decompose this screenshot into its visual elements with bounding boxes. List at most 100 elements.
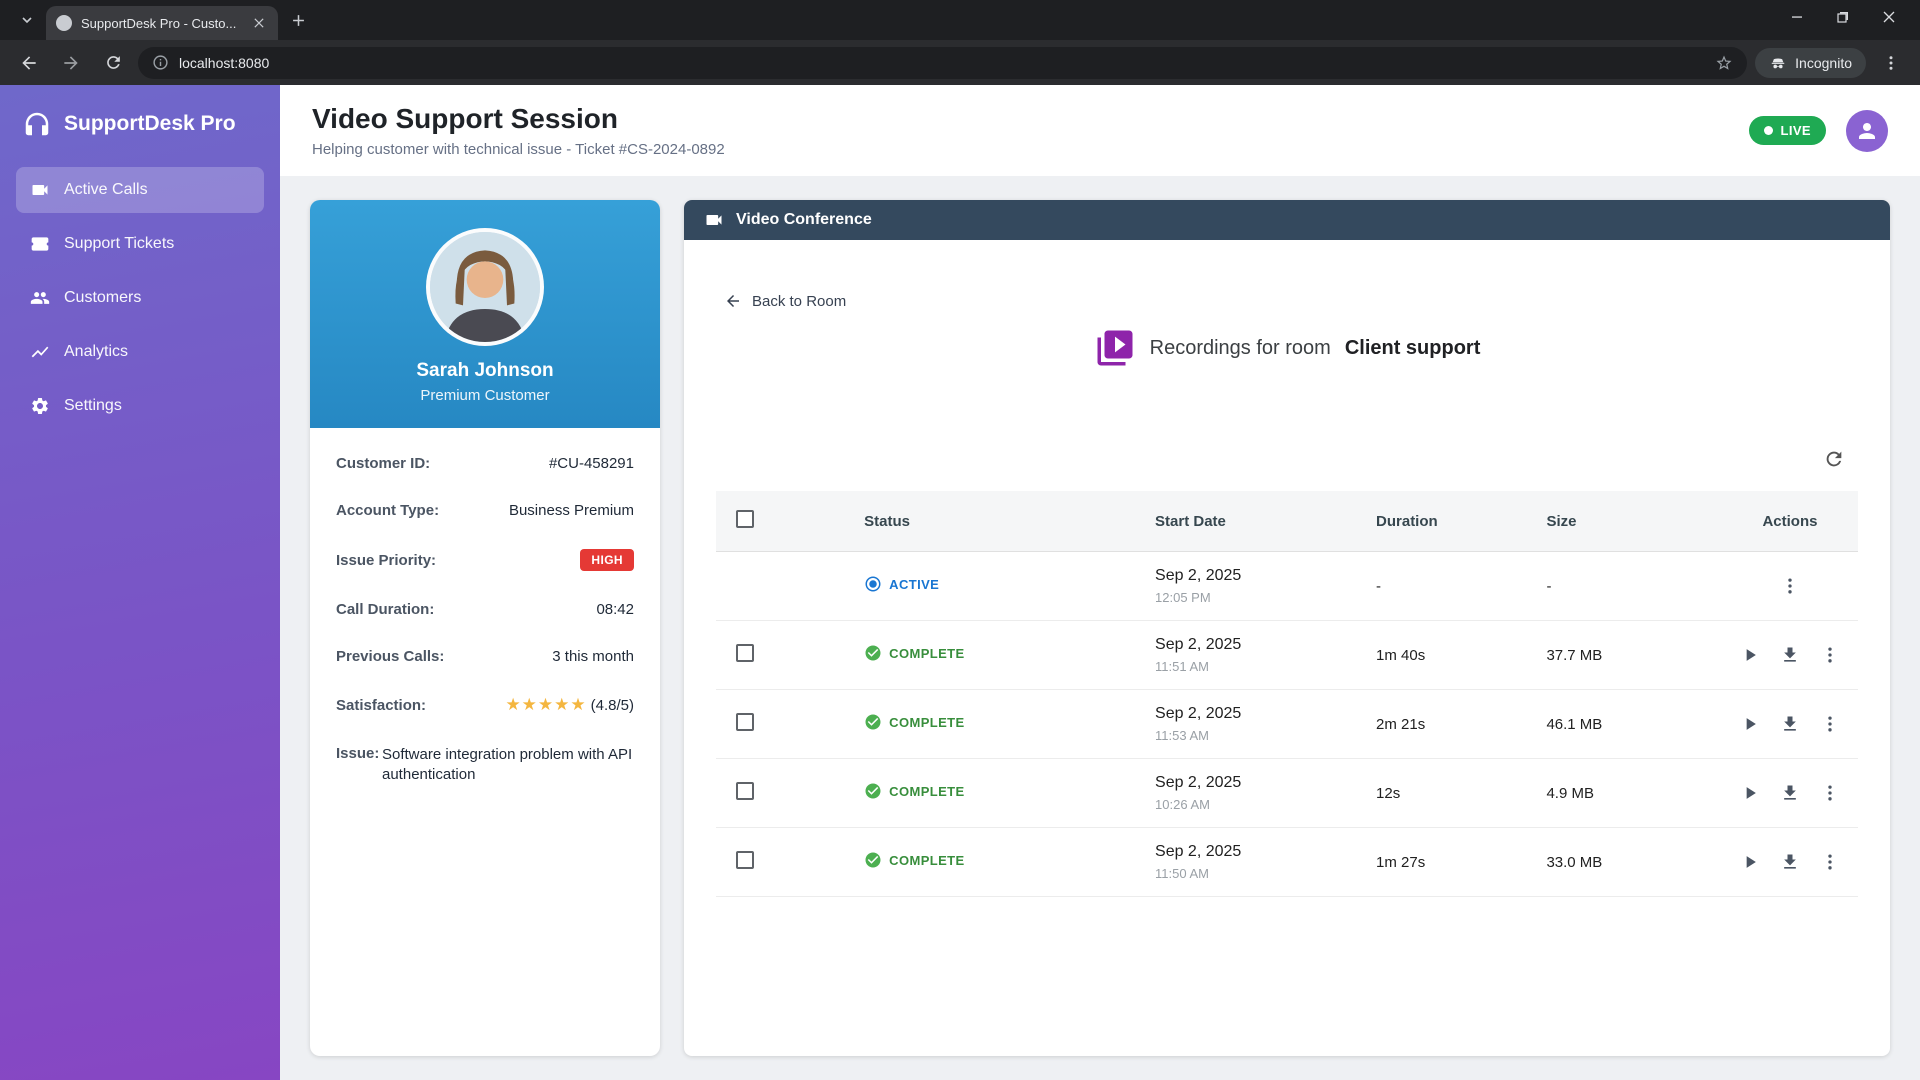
field-value: 3 this month [552,648,634,665]
forward-button[interactable] [54,46,88,80]
incognito-label: Incognito [1795,54,1852,71]
play-icon [1746,856,1756,868]
customer-name: Sarah Johnson [416,360,554,381]
play-button[interactable] [1734,777,1766,809]
field-value: Business Premium [508,502,634,519]
sidebar-item-label: Support Tickets [64,235,175,252]
browser-tab[interactable]: SupportDesk Pro - Custo... [46,6,278,40]
row-checkbox[interactable] [736,782,754,800]
field-label: Issue Priority: [336,551,437,569]
window-controls [1774,0,1912,34]
table-row: COMPLETE Sep 2, 2025 11:51 AM 1m 40s 37.… [716,620,1858,690]
row-checkbox[interactable] [736,713,754,731]
column-header-duration: Duration [1364,491,1535,552]
conference-header: Video Conference [684,200,1890,240]
recordings-table: Status Start Date Duration Size Actions [716,491,1858,897]
address-bar[interactable]: localhost:8080 [138,46,1748,79]
tab-search-button[interactable] [12,5,42,35]
recording-date: Sep 2, 2025 [1155,843,1242,860]
browser-navbar: localhost:8080 Incognito [0,40,1920,85]
download-icon [1784,785,1796,800]
status-label: COMPLETE [889,645,965,661]
sidebar-item-support-tickets[interactable]: Support Tickets [16,221,264,267]
field-value: #CU-458291 [548,455,634,472]
field-value: ★★★★★ (4.8/5) [505,695,634,715]
status-badge: COMPLETE [864,644,964,662]
download-button[interactable] [1774,846,1806,878]
status-label: ACTIVE [889,576,940,592]
tab-close-icon[interactable] [250,14,268,32]
recording-size: 4.9 MB [1534,758,1722,828]
close-window-button[interactable] [1866,0,1912,34]
more-button[interactable] [1814,846,1846,878]
chevron-down-icon [22,17,32,24]
tab-favicon [56,15,72,31]
browser-tabstrip: SupportDesk Pro - Custo... [0,0,1920,40]
url-text: localhost:8080 [179,54,270,71]
play-button[interactable] [1734,639,1766,671]
field-previous-calls: Previous Calls: 3 this month [336,633,634,680]
more-button[interactable] [1814,639,1846,671]
restore-button[interactable] [1820,0,1866,34]
select-all-checkbox[interactable] [736,510,754,528]
back-button[interactable] [12,46,46,80]
sidebar-nav: Active Calls Support Tickets Customers A… [16,167,264,429]
recording-time: 11:53 AM [1155,728,1209,743]
play-icon [1746,787,1756,799]
customer-photo [426,228,544,346]
sidebar-item-analytics[interactable]: Analytics [16,329,264,375]
play-button[interactable] [1734,708,1766,740]
more-button[interactable] [1814,708,1846,740]
brand: SupportDesk Pro [16,105,264,167]
new-tab-button[interactable] [284,6,312,34]
page-subtitle: Helping customer with technical issue - … [312,141,725,158]
priority-badge: HIGH [580,549,634,571]
download-button[interactable] [1774,639,1806,671]
line-chart-icon [31,346,49,358]
content-area: Sarah Johnson Premium Customer Customer … [280,176,1920,1080]
gear-icon [32,398,48,414]
conference-panel: Video Conference Back to Room Recordings… [684,200,1890,1056]
row-checkbox[interactable] [736,851,754,869]
more-button[interactable] [1814,777,1846,809]
bookmark-star-icon[interactable] [1715,54,1733,72]
ticket-icon [31,237,49,251]
site-info-icon[interactable] [152,54,169,71]
refresh-icon [1826,451,1842,467]
recording-date: Sep 2, 2025 [1155,567,1242,584]
customer-card: Sarah Johnson Premium Customer Customer … [310,200,660,1056]
minimize-button[interactable] [1774,0,1820,34]
back-to-room-link[interactable]: Back to Room [724,292,846,310]
sidebar-item-settings[interactable]: Settings [16,383,264,429]
play-button[interactable] [1734,846,1766,878]
reload-button[interactable] [96,46,130,80]
column-header-status: Status [810,491,1148,552]
check-circle-icon [865,645,881,661]
field-label: Previous Calls: [336,648,445,665]
sidebar-item-active-calls[interactable]: Active Calls [16,167,264,213]
download-button[interactable] [1774,777,1806,809]
download-button[interactable] [1774,708,1806,740]
refresh-button[interactable] [1816,441,1852,477]
user-avatar-button[interactable] [1846,109,1888,152]
field-label: Account Type: [336,502,440,519]
field-satisfaction: Satisfaction: ★★★★★ (4.8/5) [336,680,634,730]
recording-time: 10:26 AM [1155,797,1210,812]
download-icon [1784,716,1796,731]
sidebar-item-customers[interactable]: Customers [16,275,264,321]
kebab-menu-icon [1788,578,1792,594]
videocam-icon [706,215,722,225]
download-icon [1784,854,1796,869]
status-label: COMPLETE [889,783,965,799]
more-button[interactable] [1774,570,1806,602]
row-checkbox[interactable] [736,644,754,662]
recordings-heading: Recordings for room Client support [716,327,1858,369]
arrow-left-icon [727,295,739,307]
status-badge: ACTIVE [864,575,939,593]
app-root: SupportDesk Pro Active Calls Support Tic… [0,85,1920,1080]
kebab-menu-icon [1828,854,1832,870]
video-library-icon [1097,330,1133,366]
sidebar-item-label: Customers [64,289,142,306]
browser-menu-button[interactable] [1874,46,1908,80]
conference-body: Back to Room Recordings for room Client … [684,240,1890,1056]
